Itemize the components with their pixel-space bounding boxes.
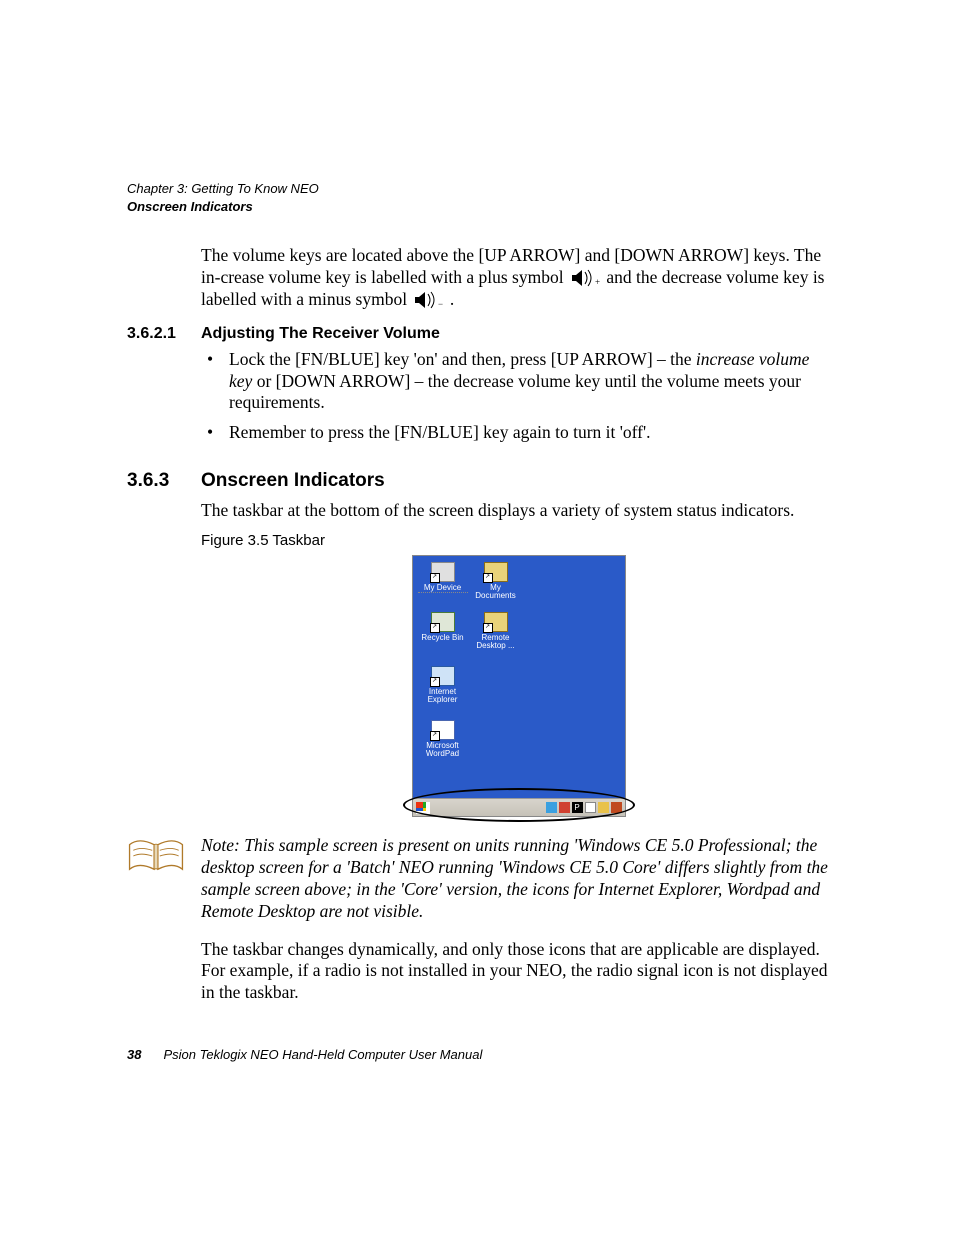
desktop-icon: ↗Internet Explorer: [418, 666, 468, 705]
desktop-icon: ↗Remote Desktop ...: [471, 612, 521, 651]
security-icon: [559, 802, 570, 813]
desktop-icon-label: Remote Desktop ...: [471, 634, 521, 651]
heading-title: Adjusting The Receiver Volume: [201, 325, 440, 343]
desktop-icon: ↗Recycle Bin: [418, 612, 468, 642]
heading-3-6-3: 3.6.3 Onscreen Indicators: [127, 470, 836, 492]
connect-icon: [546, 802, 557, 813]
heading-number: 3.6.2.1: [127, 325, 201, 343]
intro-paragraph: The volume keys are located above the [U…: [201, 245, 836, 311]
start-button-icon: [416, 802, 430, 814]
desktop-icon-label: My Device: [418, 584, 468, 593]
tray: P: [546, 802, 622, 813]
heading-number: 3.6.3: [127, 470, 201, 492]
keyboard-p-icon: P: [572, 802, 583, 813]
figure-3-5: ↗My Device↗My Documents↗Recycle Bin↗Remo…: [201, 555, 836, 817]
desktop-icon-label: Microsoft WordPad: [418, 742, 468, 759]
bullet-item: Remember to press the [FN/BLUE] key agai…: [201, 422, 836, 444]
footer-title: Psion Teklogix NEO Hand-Held Computer Us…: [163, 1047, 482, 1062]
taskbar: P: [413, 798, 625, 816]
note-block: Note: This sample screen is present on u…: [127, 835, 836, 923]
bullet-item: Lock the [FN/BLUE] key 'on' and then, pr…: [201, 349, 836, 415]
speaker-minus-icon: −: [413, 291, 443, 309]
desktop-icon-label: My Documents: [471, 584, 521, 601]
pen-icon: [611, 802, 622, 813]
figure-caption: Figure 3.5 Taskbar: [201, 532, 836, 549]
desktop-icon-label: Recycle Bin: [418, 634, 468, 642]
running-header: Chapter 3: Getting To Know NEO Onscreen …: [127, 180, 836, 215]
desktop-icon: ↗My Documents: [471, 562, 521, 601]
speaker-plus-icon: +: [570, 269, 600, 287]
bullet-list: Lock the [FN/BLUE] key 'on' and then, pr…: [201, 349, 836, 445]
desktop-icon: ↗Microsoft WordPad: [418, 720, 468, 759]
desktop-screenshot: ↗My Device↗My Documents↗Recycle Bin↗Remo…: [412, 555, 626, 817]
taskbar-para: The taskbar at the bottom of the screen …: [201, 500, 836, 522]
document-icon: [585, 802, 596, 813]
heading-title: Onscreen Indicators: [201, 470, 385, 492]
section-line: Onscreen Indicators: [127, 198, 836, 216]
taskbar-para-2: The taskbar changes dynamically, and onl…: [201, 939, 836, 1005]
note-text: Note: This sample screen is present on u…: [201, 835, 836, 923]
page-number: 38: [127, 1047, 141, 1062]
folder-icon: [598, 802, 609, 813]
desktop-icon-label: Internet Explorer: [418, 688, 468, 705]
svg-text:−: −: [438, 299, 443, 309]
page-footer: 38 Psion Teklogix NEO Hand-Held Computer…: [127, 1047, 482, 1062]
svg-text:+: +: [595, 277, 600, 287]
chapter-line: Chapter 3: Getting To Know NEO: [127, 180, 836, 198]
heading-3-6-2-1: 3.6.2.1 Adjusting The Receiver Volume: [127, 325, 836, 343]
open-book-icon: [127, 839, 185, 873]
desktop-icon: ↗My Device: [418, 562, 468, 593]
